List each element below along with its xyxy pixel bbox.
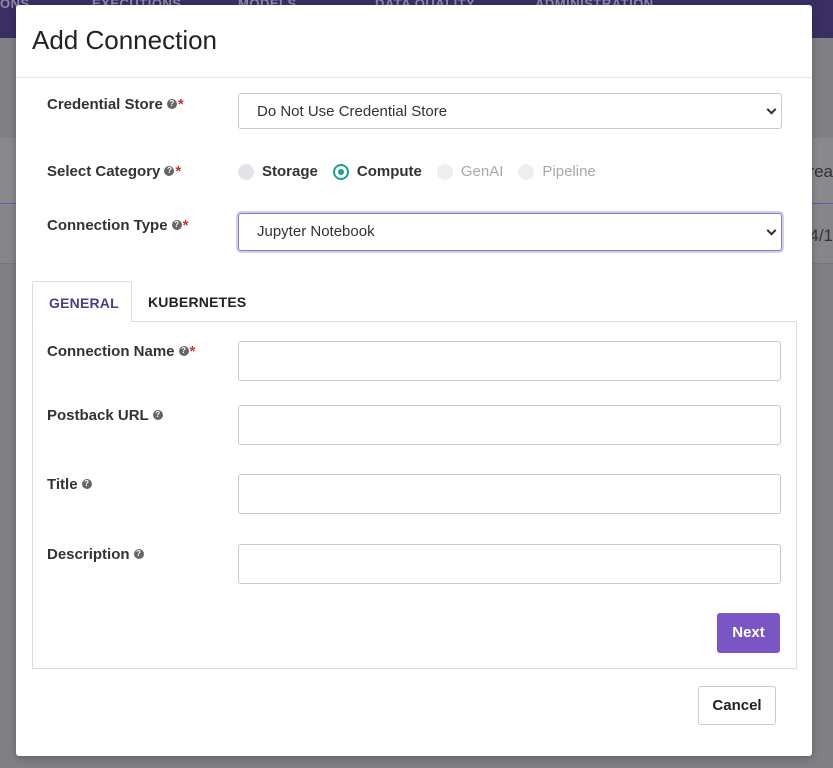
background-text: rea: [808, 162, 833, 181]
connection-type-label: Connection Type? *: [47, 217, 189, 234]
radio-circle[interactable]: [238, 163, 254, 180]
question-circle-icon[interactable]: ?: [166, 99, 177, 110]
question-circle-icon[interactable]: ?: [171, 220, 182, 231]
connection-name-label: Connection Name? *: [47, 343, 196, 360]
required-mark: *: [175, 163, 182, 180]
radio-pipeline[interactable]: Pipeline: [518, 163, 596, 180]
category-label: Select Category? *: [47, 163, 182, 180]
postback-url-input[interactable]: [238, 405, 781, 445]
credential-store-select[interactable]: Do Not Use Credential Store: [238, 93, 782, 129]
question-circle-icon[interactable]: ?: [133, 549, 144, 560]
add-connection-modal: Add Connection Credential Store? * Do Not…: [16, 5, 812, 756]
radio-circle-disabled[interactable]: [518, 163, 535, 180]
connection-tabs: GENERAL KUBERNETES: [32, 281, 797, 322]
title-label: Title?: [47, 476, 92, 493]
radio-circle-selected[interactable]: [332, 163, 349, 180]
required-mark: *: [177, 96, 184, 113]
title-input[interactable]: [238, 474, 781, 514]
modal-title: Add Connection: [32, 25, 218, 55]
modal-header: Add Connection: [16, 5, 812, 78]
cancel-button[interactable]: Cancel: [698, 686, 776, 725]
radio-compute[interactable]: Compute: [332, 163, 422, 180]
chevron-down-icon: [766, 104, 777, 115]
radio-genai[interactable]: GenAI: [436, 163, 503, 180]
required-mark: *: [189, 343, 196, 360]
category-radio-group: Storage Compute GenAI Pipeline: [238, 163, 611, 180]
next-button[interactable]: Next: [717, 613, 780, 653]
description-input[interactable]: [238, 544, 781, 584]
question-circle-icon[interactable]: ?: [164, 166, 175, 177]
credential-store-label: Credential Store? *: [47, 96, 184, 113]
description-label: Description?: [47, 546, 144, 563]
tab-kubernetes[interactable]: KUBERNETES: [132, 281, 262, 322]
background-text: 4/1: [809, 226, 833, 245]
chevron-down-icon: [766, 225, 777, 236]
question-circle-icon[interactable]: ?: [81, 479, 92, 490]
radio-storage[interactable]: Storage: [238, 163, 318, 180]
postback-url-label: Postback URL?: [47, 407, 163, 424]
connection-type-select[interactable]: Jupyter Notebook: [238, 213, 782, 251]
question-circle-icon[interactable]: ?: [152, 410, 163, 421]
question-circle-icon[interactable]: ?: [178, 346, 189, 357]
tab-general[interactable]: GENERAL: [32, 281, 132, 322]
connection-name-input[interactable]: [238, 341, 781, 381]
radio-circle-disabled[interactable]: [436, 163, 453, 180]
required-mark: *: [182, 217, 189, 234]
